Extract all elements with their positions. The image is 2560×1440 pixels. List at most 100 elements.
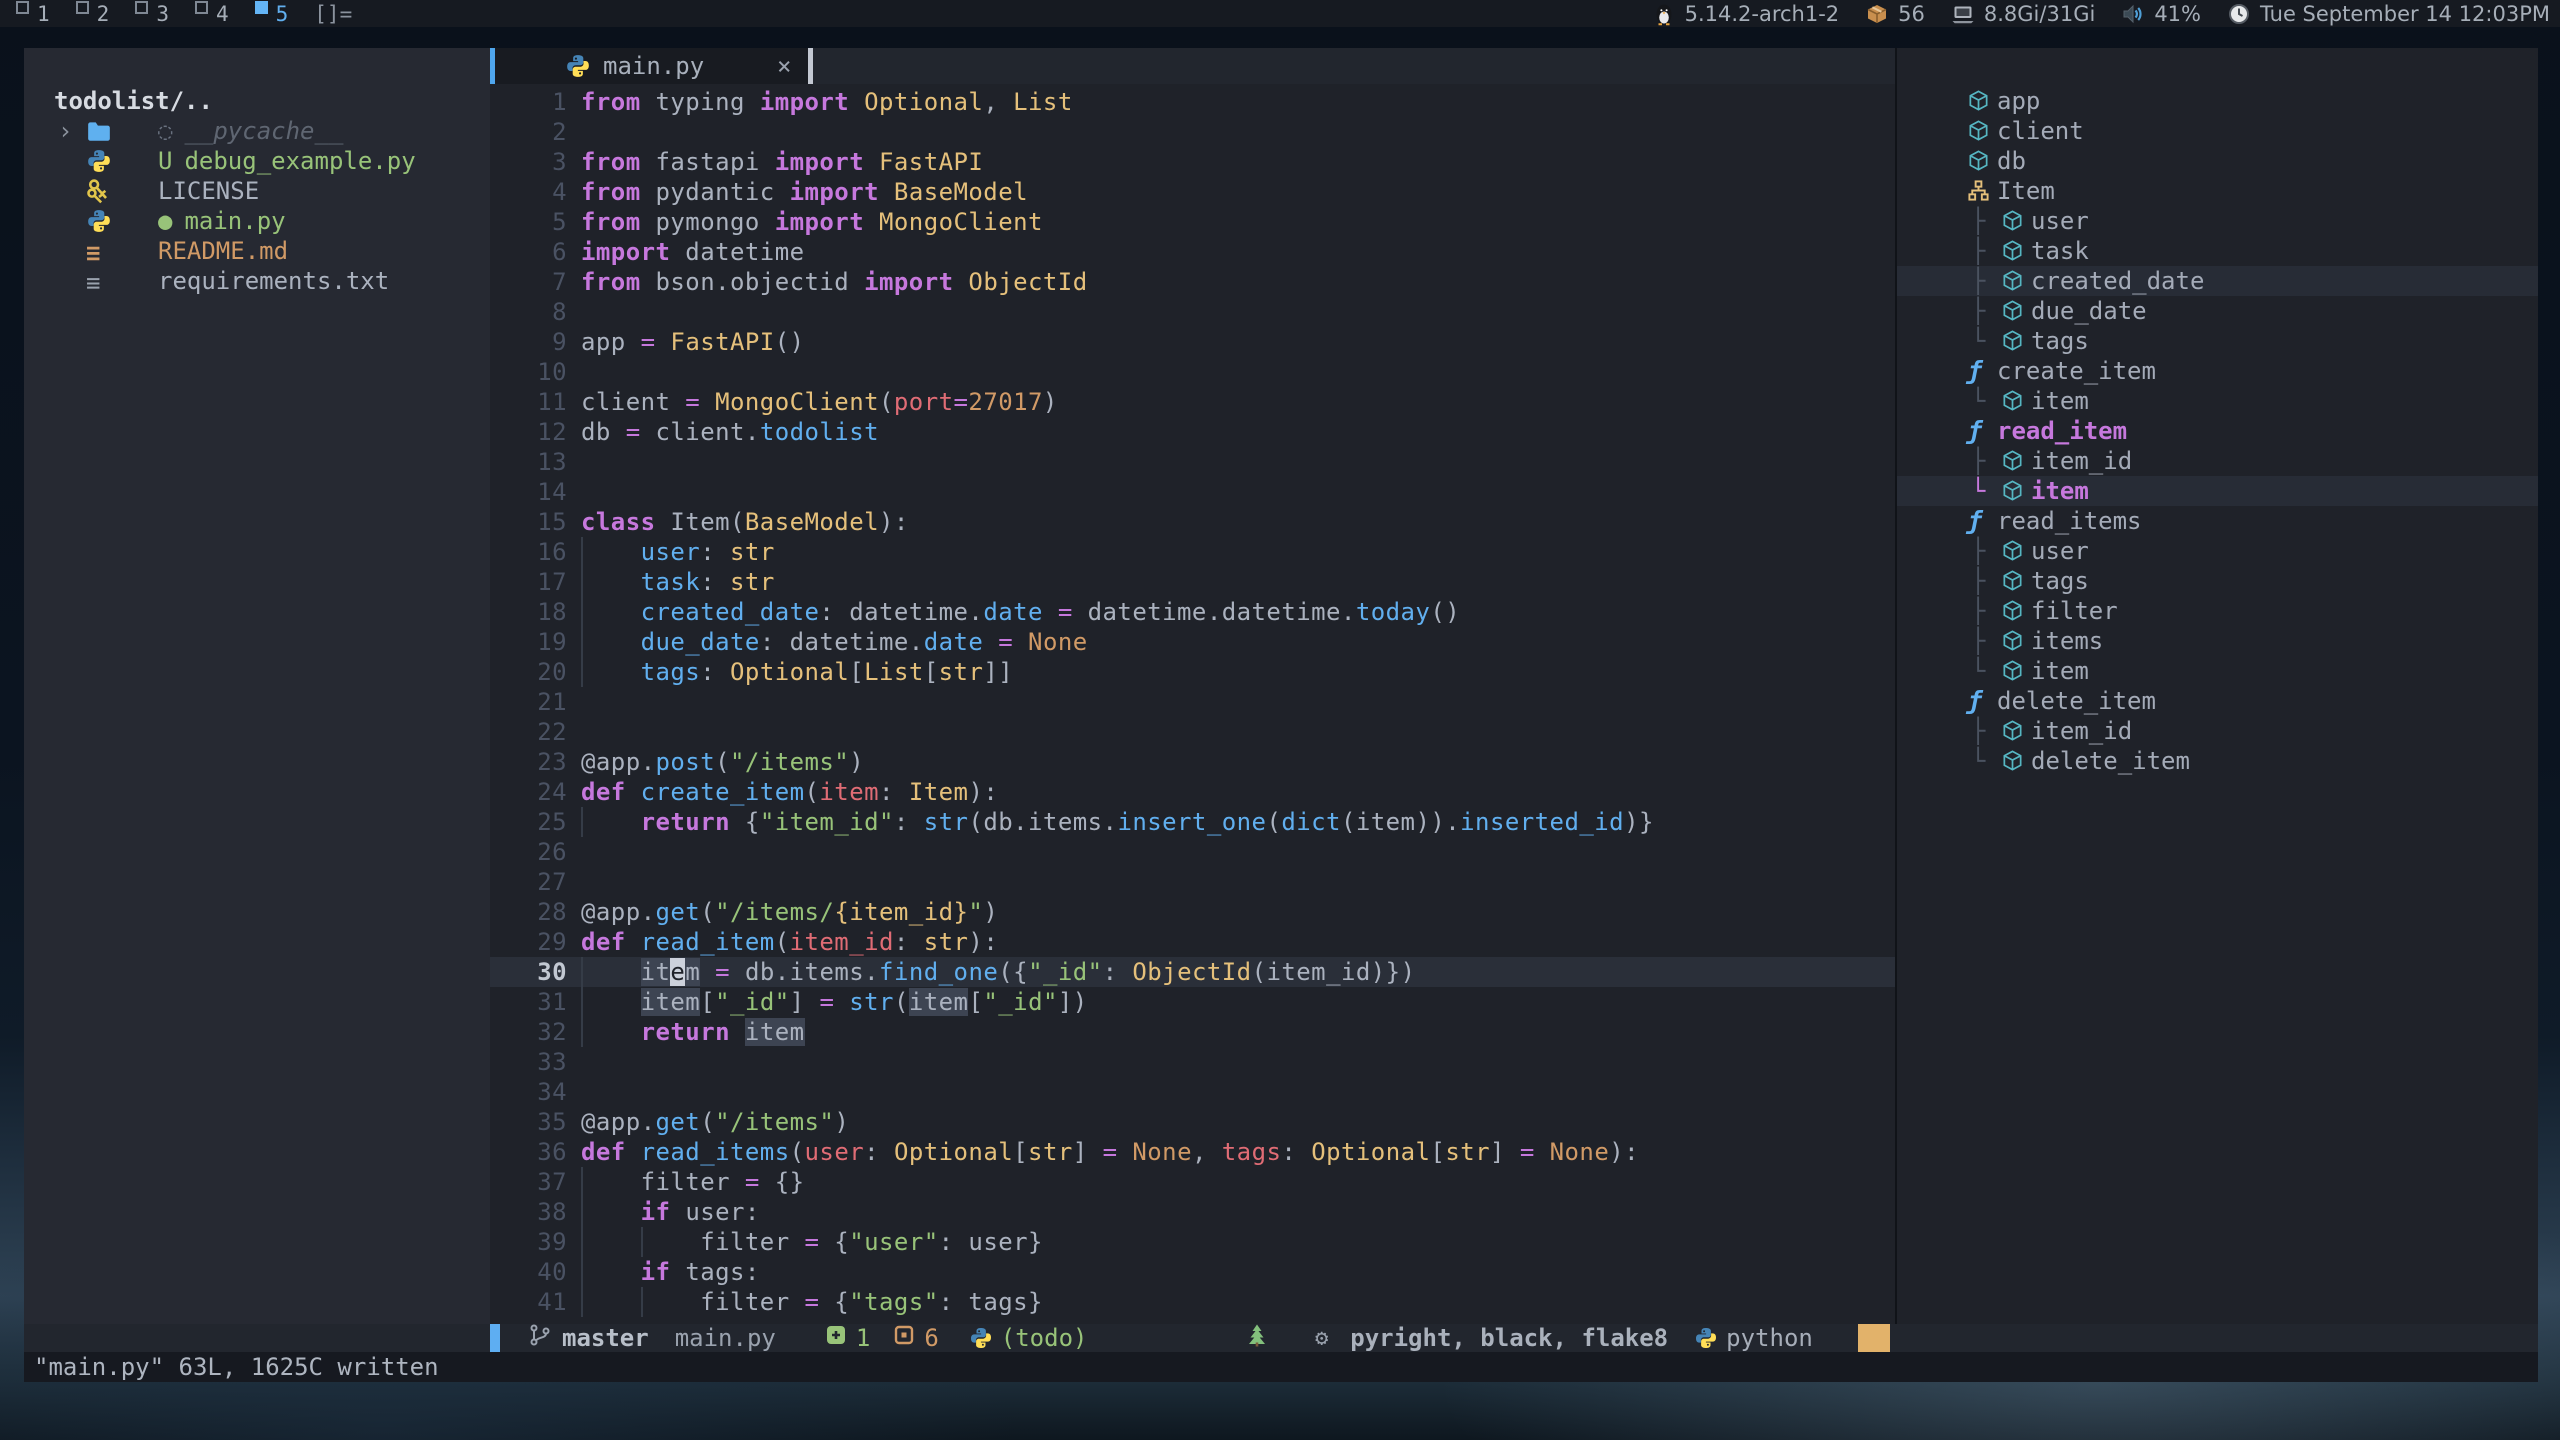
code-line[interactable]: 26 xyxy=(490,837,1895,867)
code-line[interactable]: 20 tags: Optional[List[str]] xyxy=(490,657,1895,687)
outline-item-tags[interactable]: └tags xyxy=(1897,326,2538,356)
code-line[interactable]: 39 filter = {"user": user} xyxy=(490,1227,1895,1257)
code-line[interactable]: 8 xyxy=(490,297,1895,327)
outline-item-app[interactable]: app xyxy=(1897,86,2538,116)
line-number: 40 xyxy=(490,1257,567,1287)
line-number: 9 xyxy=(490,327,567,357)
var-icon xyxy=(1967,119,1990,149)
code-line[interactable]: 16 user: str xyxy=(490,537,1895,567)
code-line[interactable]: 4from pydantic import BaseModel xyxy=(490,177,1895,207)
code-line[interactable]: 14 xyxy=(490,477,1895,507)
code-text: return item xyxy=(581,1017,805,1047)
tab-main-py[interactable]: main.py × xyxy=(495,48,808,84)
outline-item-Item[interactable]: Item xyxy=(1897,176,2538,206)
workspace-button-2[interactable]: 2 xyxy=(66,0,120,27)
outline-item-delete_item[interactable]: └delete_item xyxy=(1897,746,2538,776)
line-number: 15 xyxy=(490,507,567,537)
code-line[interactable]: 31 item["_id"] = str(item["_id"]) xyxy=(490,987,1895,1017)
code-line[interactable]: 1from typing import Optional, List xyxy=(490,87,1895,117)
line-number: 33 xyxy=(490,1047,567,1077)
code-text: filter = {} xyxy=(581,1167,805,1197)
tree-item-readme-md[interactable]: ≡README.md xyxy=(24,236,490,266)
line-number: 25 xyxy=(490,807,567,837)
code-line[interactable]: 24def create_item(item: Item): xyxy=(490,777,1895,807)
code-line[interactable]: 7from bson.objectid import ObjectId xyxy=(490,267,1895,297)
workspace-button-3[interactable]: 3 xyxy=(125,0,179,27)
outline-item-created_date[interactable]: ├created_date xyxy=(1897,266,2538,296)
code-line[interactable]: 29def read_item(item_id: str): xyxy=(490,927,1895,957)
workspace-button-5[interactable]: 5 xyxy=(245,0,299,27)
code-line[interactable]: 15class Item(BaseModel): xyxy=(490,507,1895,537)
code-line[interactable]: 28@app.get("/items/{item_id}") xyxy=(490,897,1895,927)
var-icon xyxy=(2001,539,2024,569)
code-line[interactable]: 3from fastapi import FastAPI xyxy=(490,147,1895,177)
workspace-number: 3 xyxy=(156,2,169,26)
code-line[interactable]: 18 created_date: datetime.date = datetim… xyxy=(490,597,1895,627)
outline-item-tags[interactable]: ├tags xyxy=(1897,566,2538,596)
code-line[interactable]: 40 if tags: xyxy=(490,1257,1895,1287)
outline-item-item[interactable]: └item xyxy=(1897,476,2538,506)
outline-item-items[interactable]: ├items xyxy=(1897,626,2538,656)
code-line[interactable]: 30 item = db.items.find_one({"_id": Obje… xyxy=(490,957,1895,987)
git-status-badge: ◌ xyxy=(158,117,172,145)
class-icon xyxy=(1967,179,1990,209)
code-line[interactable]: 27 xyxy=(490,867,1895,897)
bar-item-volume: 41% xyxy=(2121,2,2201,26)
line-number: 23 xyxy=(490,747,567,777)
code-line[interactable]: 36def read_items(user: Optional[str] = N… xyxy=(490,1137,1895,1167)
code-area[interactable]: 1from typing import Optional, List23from… xyxy=(490,84,1895,1317)
code-line[interactable]: 11client = MongoClient(port=27017) xyxy=(490,387,1895,417)
code-line[interactable]: 12db = client.todolist xyxy=(490,417,1895,447)
outline-item-task[interactable]: ├task xyxy=(1897,236,2538,266)
tree-item-requirements-txt[interactable]: ≡requirements.txt xyxy=(24,266,490,296)
outline-item-item_id[interactable]: ├item_id xyxy=(1897,446,2538,476)
tree-item---pycache--[interactable]: ›◌__pycache__ xyxy=(24,116,490,146)
code-line[interactable]: 6import datetime xyxy=(490,237,1895,267)
code-line[interactable]: 32 return item xyxy=(490,1017,1895,1047)
code-line[interactable]: 13 xyxy=(490,447,1895,477)
code-line[interactable]: 21 xyxy=(490,687,1895,717)
bar-item-text: 5.14.2-arch1-2 xyxy=(1685,2,1840,26)
outline-item-due_date[interactable]: ├due_date xyxy=(1897,296,2538,326)
outline-item-filter[interactable]: ├filter xyxy=(1897,596,2538,626)
code-line[interactable]: 5from pymongo import MongoClient xyxy=(490,207,1895,237)
code-line[interactable]: 35@app.get("/items") xyxy=(490,1107,1895,1137)
tree-item-debug-example-py[interactable]: Udebug_example.py xyxy=(24,146,490,176)
outline-item-db[interactable]: db xyxy=(1897,146,2538,176)
code-line[interactable]: 33 xyxy=(490,1047,1895,1077)
code-line[interactable]: 34 xyxy=(490,1077,1895,1107)
workspace-button-1[interactable]: 1 xyxy=(6,0,60,27)
tab-close-icon[interactable]: × xyxy=(777,48,791,84)
code-line[interactable]: 17 task: str xyxy=(490,567,1895,597)
tree-item-license[interactable]: LICENSE xyxy=(24,176,490,206)
code-line[interactable]: 22 xyxy=(490,717,1895,747)
outline-item-delete_item[interactable]: ƒdelete_item xyxy=(1897,686,2538,716)
code-line[interactable]: 19 due_date: datetime.date = None xyxy=(490,627,1895,657)
workspace-button-4[interactable]: 4 xyxy=(185,0,239,27)
outline-item-item[interactable]: └item xyxy=(1897,656,2538,686)
tree-root-row[interactable]: todolist/.. xyxy=(24,86,490,116)
outline-item-user[interactable]: ├user xyxy=(1897,206,2538,236)
code-line[interactable]: 23@app.post("/items") xyxy=(490,747,1895,777)
outline-item-item[interactable]: └item xyxy=(1897,386,2538,416)
code-line[interactable]: 10 xyxy=(490,357,1895,387)
code-text: due_date: datetime.date = None xyxy=(581,627,1088,657)
folder-arrow-icon[interactable]: › xyxy=(58,116,72,146)
tree-item-main-py[interactable]: ●main.py xyxy=(24,206,490,236)
tree-connector: └ xyxy=(1971,386,1985,416)
code-line[interactable]: 25 return {"item_id": str(db.items.inser… xyxy=(490,807,1895,837)
code-line[interactable]: 9app = FastAPI() xyxy=(490,327,1895,357)
outline-item-client[interactable]: client xyxy=(1897,116,2538,146)
outline-item-item_id[interactable]: ├item_id xyxy=(1897,716,2538,746)
code-line[interactable]: 41 filter = {"tags": tags} xyxy=(490,1287,1895,1317)
command-line[interactable]: "main.py" 63L, 1625C written xyxy=(24,1352,2538,1382)
outline-item-create_item[interactable]: ƒcreate_item xyxy=(1897,356,2538,386)
code-line[interactable]: 38 if user: xyxy=(490,1197,1895,1227)
outline-item-read_item[interactable]: ƒread_item xyxy=(1897,416,2538,446)
outline-item-user[interactable]: ├user xyxy=(1897,536,2538,566)
tab-title: main.py xyxy=(603,48,704,84)
code-line[interactable]: 37 filter = {} xyxy=(490,1167,1895,1197)
code-text: from fastapi import FastAPI xyxy=(581,147,983,177)
code-line[interactable]: 2 xyxy=(490,117,1895,147)
outline-item-read_items[interactable]: ƒread_items xyxy=(1897,506,2538,536)
